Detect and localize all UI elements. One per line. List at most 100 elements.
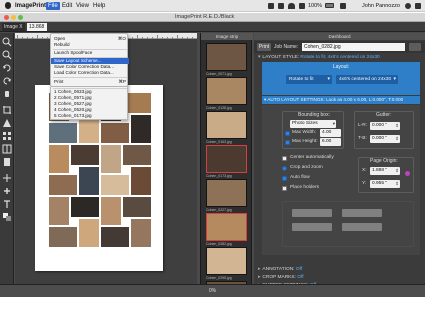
origin-y-field[interactable]: 0.955 " ⇕ <box>370 180 400 188</box>
menu-item-recent-file[interactable]: 5 Cohen_0173.jpg <box>51 113 129 119</box>
strip-thumbnail-selected[interactable] <box>206 213 247 241</box>
page-photo[interactable] <box>49 227 77 247</box>
strip-thumbnail[interactable] <box>206 179 247 207</box>
origin-x-field[interactable]: 1.888 " ⇕ <box>370 167 400 175</box>
menu-item-label: 3 Cohen_0527.jpg <box>54 101 92 106</box>
gutter-tb-field[interactable]: 0.000 " ⇕ <box>370 135 400 143</box>
search-icon[interactable] <box>405 3 411 9</box>
menu-file[interactable]: File <box>46 2 60 10</box>
page-photo[interactable] <box>49 197 69 225</box>
page-photo[interactable] <box>101 123 129 143</box>
close-button[interactable] <box>4 15 9 20</box>
user-name[interactable]: John Pannozzo <box>362 2 400 10</box>
page-photo[interactable] <box>101 197 121 225</box>
stepper-icon[interactable]: ⇕ <box>395 180 399 188</box>
battery-icon[interactable] <box>325 3 334 8</box>
layout-tool-icon[interactable] <box>2 118 12 128</box>
volume-icon[interactable] <box>299 3 305 9</box>
disclosure-triangle-icon[interactable]: ▸ <box>258 267 260 272</box>
menu-edit[interactable]: Edit <box>62 2 72 10</box>
auto-flow-checkbox[interactable] <box>282 176 287 181</box>
annotation-row[interactable]: ▸ ANNOTATION: Off <box>258 266 302 273</box>
crop-zoom-radio[interactable] <box>282 166 287 171</box>
menu-item-launch-spoolface[interactable]: Launch SpoolFace <box>51 50 129 56</box>
hand-tool-icon[interactable] <box>2 89 12 99</box>
image-selector[interactable]: Image X <box>2 23 25 31</box>
page-photo[interactable] <box>49 123 77 143</box>
menu-app-name[interactable]: ImagePrint <box>15 2 46 10</box>
page-tool-icon[interactable] <box>2 157 12 167</box>
print-button[interactable]: Print <box>257 43 271 51</box>
menu-item-rebuild[interactable]: Rebuild <box>51 42 129 48</box>
move-tool-icon[interactable] <box>2 173 12 183</box>
page-photo[interactable] <box>123 197 151 217</box>
center-automatically-checkbox[interactable] <box>282 156 287 161</box>
color-tool-icon[interactable] <box>2 212 12 222</box>
page-photo[interactable] <box>79 167 99 195</box>
max-width-field[interactable]: 4.00 <box>320 129 341 137</box>
page-photo[interactable] <box>131 167 151 195</box>
page-photo[interactable] <box>131 115 151 143</box>
zoom-value-field[interactable]: 13.868 <box>27 23 47 31</box>
origin-anchor-icon[interactable] <box>405 171 410 176</box>
auto-layout-header[interactable]: ▾ AUTO LAYOUT SETTINGS: Look as 4.00 x 6… <box>262 96 420 104</box>
strip-thumbnail[interactable] <box>206 111 247 139</box>
desktop-bottom <box>0 297 425 319</box>
page-photo[interactable] <box>101 227 129 247</box>
job-options-button[interactable] <box>409 43 421 51</box>
job-name-field[interactable]: Cohen_0282.jpg <box>302 43 405 51</box>
dropbox-icon[interactable] <box>268 3 274 9</box>
page-photo[interactable] <box>131 219 151 247</box>
rotate-left-icon[interactable] <box>2 63 12 73</box>
minimize-button[interactable] <box>11 15 16 20</box>
page-photo[interactable] <box>49 175 77 195</box>
layout-preset-select[interactable]: 4x6's centered on 24x30 ▾ <box>336 75 398 84</box>
menu-list-icon[interactable] <box>415 3 421 9</box>
page-photo[interactable] <box>71 197 99 217</box>
zoom-button[interactable] <box>18 15 23 20</box>
layout-style-row[interactable]: ▾ LAYOUT STYLE: Rotate to fit, 4x6's cent… <box>258 54 380 61</box>
rotate-right-icon[interactable] <box>2 76 12 86</box>
page-photo[interactable] <box>123 145 151 165</box>
page-photo[interactable] <box>71 145 99 165</box>
stepper-icon[interactable]: ⇕ <box>395 122 399 130</box>
grid-tool-icon[interactable] <box>2 131 12 141</box>
place-holders-checkbox[interactable] <box>282 186 287 191</box>
text-tool-icon[interactable] <box>2 199 12 209</box>
stepper-icon[interactable]: ⇕ <box>395 167 399 175</box>
crop-tool-icon[interactable] <box>2 105 12 115</box>
strip-thumbnail[interactable] <box>206 247 247 275</box>
time-machine-icon[interactable] <box>278 3 284 9</box>
menu-item-load-color-correction[interactable]: Load Color Correction Data... <box>51 70 129 76</box>
crop-marks-row[interactable]: ▸ CROP MARKS: Off <box>258 274 304 281</box>
disclosure-triangle-icon[interactable]: ▾ <box>258 55 260 60</box>
page-photo[interactable] <box>49 145 69 173</box>
menu-item-print[interactable]: Print ⌘P <box>51 79 129 85</box>
strip-thumbnail-selected[interactable] <box>206 145 247 173</box>
page-photo[interactable] <box>79 219 99 247</box>
gutter-lr-field[interactable]: 0.000 " ⇕ <box>370 122 400 130</box>
disabled-select <box>292 209 332 217</box>
max-width-checkbox[interactable] <box>285 131 290 136</box>
bounding-box-select[interactable]: Photo Sizes ▾ <box>290 120 336 128</box>
stepper-icon[interactable]: ⇕ <box>395 135 399 143</box>
page-photo[interactable] <box>101 175 129 195</box>
max-height-checkbox[interactable] <box>285 140 290 145</box>
page-photo[interactable] <box>101 145 121 173</box>
strip-thumbnail[interactable] <box>206 43 247 71</box>
layout-mode-select[interactable]: Rotate to fit ▾ <box>286 75 332 84</box>
flag-icon[interactable] <box>340 3 346 9</box>
split-tool-icon[interactable] <box>2 144 12 154</box>
battery-percent[interactable]: 100% <box>308 2 322 10</box>
menu-view[interactable]: View <box>76 2 89 10</box>
apple-icon[interactable] <box>5 2 11 9</box>
zoom-in-icon[interactable] <box>2 37 12 47</box>
wifi-icon[interactable] <box>288 3 295 9</box>
strip-thumbnail[interactable] <box>206 77 247 105</box>
disclosure-triangle-icon[interactable]: ▸ <box>258 275 260 280</box>
max-height-field[interactable]: 6.00 <box>320 138 341 146</box>
zoom-out-icon[interactable] <box>2 50 12 60</box>
add-tool-icon[interactable] <box>2 186 12 196</box>
menu-help[interactable]: Help <box>93 2 105 10</box>
window-title: ImagePrint R.E.D./Black <box>175 14 235 20</box>
